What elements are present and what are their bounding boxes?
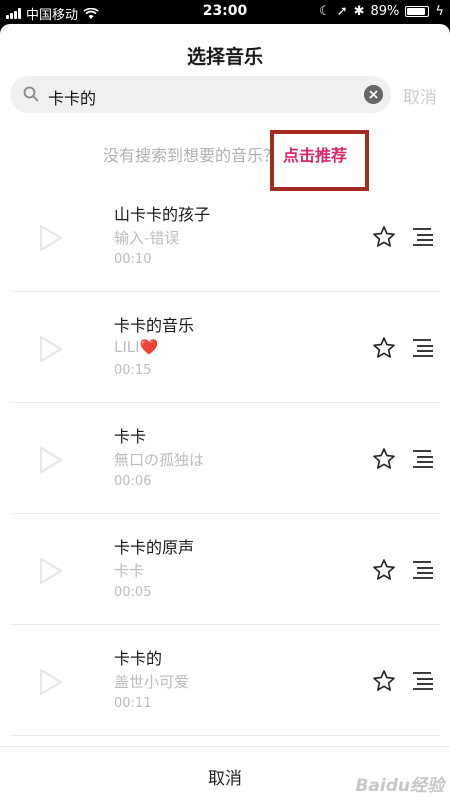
song-title: 山卡卡的孩子: [114, 205, 211, 224]
song-artist: 盖世小可爱: [114, 673, 190, 691]
bluetooth-icon: ✱: [353, 4, 365, 19]
clear-icon[interactable]: [364, 85, 383, 104]
play-icon[interactable]: [38, 556, 64, 586]
play-icon[interactable]: [38, 334, 64, 364]
row-divider: [10, 735, 440, 736]
song-artist: 無口の孤独は: [114, 451, 205, 469]
music-picker-sheet: 选择音乐 卡卡的 取消 没有搜索到想要的音乐？ 点击推荐 山卡卡的孩子 输入-错误…: [0, 24, 450, 800]
no-result-hint: 没有搜索到想要的音乐？ 点击推荐: [0, 142, 450, 166]
song-artist: 输入-错误: [114, 229, 180, 247]
song-row[interactable]: 卡卡的原声 卡卡 00:05: [0, 514, 450, 625]
star-icon[interactable]: [372, 336, 396, 360]
page-title: 选择音乐: [186, 46, 263, 68]
play-icon[interactable]: [38, 445, 64, 475]
search-input[interactable]: 卡卡的: [10, 76, 391, 113]
play-icon[interactable]: [38, 667, 64, 697]
location-icon: ➚: [336, 4, 348, 19]
song-artist: LILI❤️: [114, 338, 159, 356]
add-to-list-icon[interactable]: [411, 449, 435, 469]
song-title: 卡卡: [114, 427, 147, 446]
song-list: 山卡卡的孩子 输入-错误 00:10 卡卡的音乐 LILI❤️ 00:15 卡卡…: [0, 181, 450, 736]
song-title: 卡卡的: [114, 649, 163, 668]
search-query[interactable]: 卡卡的: [48, 85, 96, 109]
song-row[interactable]: 卡卡的音乐 LILI❤️ 00:15: [0, 292, 450, 403]
star-icon[interactable]: [372, 558, 396, 582]
add-to-list-icon[interactable]: [411, 227, 435, 247]
play-icon[interactable]: [38, 223, 64, 253]
star-icon[interactable]: [372, 669, 396, 693]
song-artist: 卡卡: [114, 562, 145, 580]
song-title: 卡卡的原声: [114, 538, 195, 557]
song-duration: 00:05: [114, 585, 152, 600]
search-cancel-button[interactable]: 取消: [403, 83, 437, 108]
song-duration: 00:06: [114, 474, 152, 489]
add-to-list-icon[interactable]: [411, 560, 435, 580]
song-duration: 00:10: [114, 252, 152, 267]
add-to-list-icon[interactable]: [411, 338, 435, 358]
star-icon[interactable]: [372, 447, 396, 471]
song-row[interactable]: 山卡卡的孩子 输入-错误 00:10: [0, 181, 450, 292]
status-bar: 中国移动 23:00 ☾ ➚ ✱ 89% ϟ: [0, 0, 450, 24]
star-icon[interactable]: [372, 225, 396, 249]
song-row[interactable]: 卡卡 無口の孤独は 00:06: [0, 403, 450, 514]
song-title: 卡卡的音乐: [114, 316, 195, 335]
search-icon: [23, 86, 39, 102]
charging-icon: ϟ: [435, 4, 444, 19]
status-right: ☾ ➚ ✱ 89% ϟ: [319, 4, 444, 19]
battery-icon: [405, 6, 430, 17]
song-duration: 00:11: [114, 696, 152, 711]
add-to-list-icon[interactable]: [411, 671, 435, 691]
watermark: Baidu经验: [355, 776, 444, 796]
battery-percent: 89%: [370, 4, 400, 19]
song-row[interactable]: 卡卡的 盖世小可爱 00:11: [0, 625, 450, 736]
bottom-bar: 取消 Baidu经验: [0, 746, 450, 800]
song-duration: 00:15: [114, 363, 152, 378]
moon-icon: ☾: [319, 4, 331, 19]
hint-text: 没有搜索到想要的音乐？: [102, 146, 279, 165]
